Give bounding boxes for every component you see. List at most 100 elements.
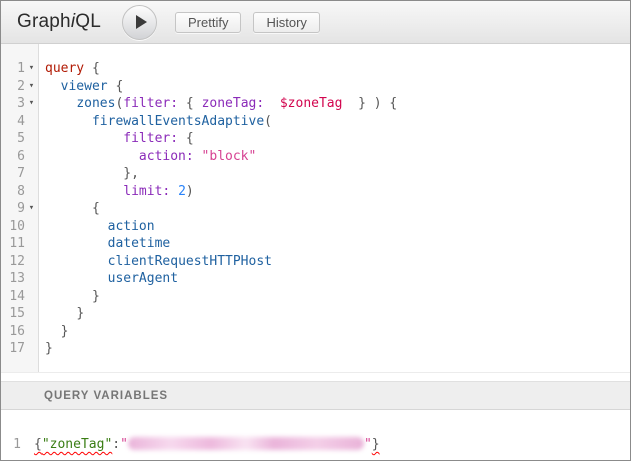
line-number: 1 — [13, 437, 21, 452]
fold-spacer — [25, 305, 38, 323]
code-token: ) — [186, 184, 194, 199]
execute-query-button[interactable] — [122, 5, 157, 40]
code-line[interactable]: viewer { — [45, 78, 630, 96]
fold-arrow-icon[interactable]: ▾ — [25, 200, 38, 218]
code-token: limit: — [123, 184, 170, 199]
fold-spacer — [25, 130, 38, 148]
variables-gutter: 1 — [1, 436, 21, 460]
gutter-row: 11 — [1, 235, 38, 253]
fold-spacer — [25, 340, 38, 358]
fold-arrow-icon[interactable]: ▾ — [25, 60, 38, 78]
fold-arrow-icon[interactable]: ▾ — [25, 78, 38, 96]
code-line[interactable]: action — [45, 218, 630, 236]
code-token: 2 — [178, 184, 186, 199]
code-token: } — [92, 289, 100, 304]
variables-editor[interactable]: 1 {"zoneTag":""} — [1, 410, 630, 460]
code-token — [45, 306, 76, 321]
code-token: { — [108, 79, 124, 94]
code-line[interactable]: firewallEventsAdaptive( — [45, 113, 630, 131]
code-token — [45, 271, 108, 286]
gutter-row: 17 — [1, 340, 38, 358]
code-token — [45, 219, 108, 234]
code-token: } — [372, 437, 380, 452]
redacted-zone-tag-value — [128, 437, 364, 450]
code-line[interactable]: } — [45, 288, 630, 306]
code-token — [45, 324, 61, 339]
code-token: { — [178, 131, 194, 146]
code-token — [45, 149, 139, 164]
code-line[interactable]: limit: 2) — [45, 183, 630, 201]
code-token — [45, 184, 123, 199]
line-number: 10 — [1, 218, 25, 236]
logo-text-ql: QL — [75, 11, 101, 32]
code-line[interactable]: filter: { — [45, 130, 630, 148]
code-token: filter: — [123, 131, 178, 146]
code-token: clientRequestHTTPHost — [108, 254, 272, 269]
code-token: query — [45, 61, 84, 76]
code-token — [45, 236, 108, 251]
code-line[interactable]: } — [45, 305, 630, 323]
history-button[interactable]: History — [253, 12, 319, 33]
code-token: } — [45, 341, 53, 356]
code-token — [170, 184, 178, 199]
code-token: userAgent — [108, 271, 178, 286]
line-number: 15 — [1, 305, 25, 323]
code-token: "zoneTag" — [42, 437, 112, 452]
fold-spacer — [25, 148, 38, 166]
code-token — [45, 166, 123, 181]
code-token: { — [34, 437, 42, 452]
line-number: 5 — [1, 130, 25, 148]
code-token: datetime — [108, 236, 171, 251]
code-token — [194, 149, 202, 164]
code-token: { — [92, 201, 100, 216]
editor-gutter: 1▾2▾3▾456789▾1011121314151617 — [1, 44, 39, 372]
variables-code-area[interactable]: {"zoneTag":""} — [34, 436, 380, 460]
code-line[interactable]: clientRequestHTTPHost — [45, 253, 630, 271]
line-number: 11 — [1, 235, 25, 253]
query-variables-title-bar[interactable]: QUERY VARIABLES — [1, 381, 630, 410]
play-icon — [136, 15, 147, 29]
variables-line[interactable]: {"zoneTag":""} — [34, 436, 380, 454]
variables-resize-handle[interactable] — [1, 372, 630, 381]
gutter-row: 9▾ — [1, 200, 38, 218]
code-line[interactable]: } — [45, 323, 630, 341]
fold-spacer — [25, 165, 38, 183]
code-line[interactable]: zones(filter: { zoneTag: $zoneTag } ) { — [45, 95, 630, 113]
code-token: { — [178, 96, 201, 111]
gutter-row: 3▾ — [1, 95, 38, 113]
code-token: action — [108, 219, 155, 234]
code-token: firewallEventsAdaptive — [92, 114, 264, 129]
fold-arrow-icon[interactable]: ▾ — [25, 95, 38, 113]
code-token: zoneTag: — [202, 96, 265, 111]
query-editor[interactable]: 1▾2▾3▾456789▾1011121314151617 query { vi… — [1, 44, 630, 372]
code-line[interactable]: } — [45, 340, 630, 358]
line-number: 1 — [1, 60, 25, 78]
code-line[interactable]: action: "block" — [45, 148, 630, 166]
gutter-row: 13 — [1, 270, 38, 288]
fold-spacer — [25, 323, 38, 341]
gutter-row: 2▾ — [1, 78, 38, 96]
editor-code-area[interactable]: query { viewer { zones(filter: { zoneTag… — [39, 44, 630, 372]
query-variables-title: QUERY VARIABLES — [44, 390, 168, 402]
line-number: 12 — [1, 253, 25, 271]
gutter-row: 16 — [1, 323, 38, 341]
code-line[interactable]: }, — [45, 165, 630, 183]
line-number: 16 — [1, 323, 25, 341]
code-line[interactable]: { — [45, 200, 630, 218]
code-token — [45, 79, 61, 94]
code-token: }, — [123, 166, 139, 181]
code-token — [45, 96, 76, 111]
code-token: { — [84, 61, 100, 76]
code-token — [45, 254, 108, 269]
code-token: " — [120, 437, 128, 452]
fold-spacer — [25, 253, 38, 271]
prettify-button[interactable]: Prettify — [175, 12, 241, 33]
code-token: } ) { — [358, 96, 397, 111]
code-line[interactable]: datetime — [45, 235, 630, 253]
code-line[interactable]: query { — [45, 60, 630, 78]
code-token: viewer — [61, 79, 108, 94]
code-line[interactable]: userAgent — [45, 270, 630, 288]
fold-spacer — [25, 113, 38, 131]
graphiql-logo: GraphiQL — [17, 11, 101, 33]
line-number: 17 — [1, 340, 25, 358]
